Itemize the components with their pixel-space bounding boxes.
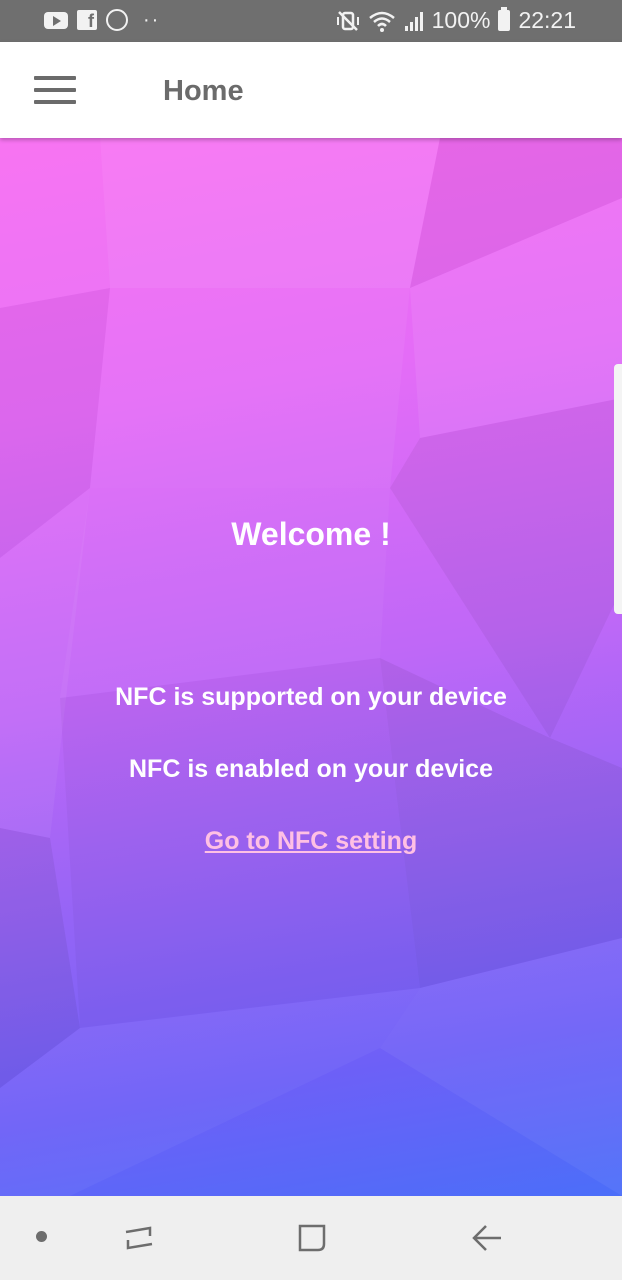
edge-panel-handle[interactable] (614, 364, 622, 614)
polygon-background (0, 138, 622, 1196)
whatsapp-icon (106, 9, 128, 31)
app-bar: Home (0, 42, 622, 138)
main-content: Welcome ! NFC is supported on your devic… (0, 138, 622, 1196)
clock: 22:21 (518, 7, 576, 33)
hamburger-menu-icon[interactable] (34, 76, 76, 106)
wifi-icon (368, 11, 395, 32)
recent-apps-icon[interactable] (122, 1222, 156, 1254)
nfc-setting-link[interactable]: Go to NFC setting (0, 827, 622, 856)
notification-icons: f ·· (44, 9, 160, 31)
nfc-supported-text: NFC is supported on your device (115, 683, 507, 711)
battery-percentage: 100% (431, 7, 491, 33)
youtube-icon (44, 11, 68, 29)
nav-hide-dot-icon[interactable] (36, 1231, 47, 1242)
status-bar: f ·· 100% 22:21 (0, 0, 622, 42)
welcome-heading: Welcome ! (231, 516, 391, 552)
nfc-enabled-text: NFC is enabled on your device (129, 755, 493, 783)
home-icon[interactable] (296, 1222, 330, 1254)
system-icons: 100% 22:21 (336, 7, 576, 34)
back-icon[interactable] (470, 1222, 504, 1254)
more-notifications-icon: ·· (143, 9, 161, 31)
navigation-bar (0, 1196, 622, 1280)
signal-icon (404, 11, 423, 31)
vibrate-mute-icon (336, 10, 359, 31)
page-title: Home (163, 75, 244, 107)
battery-icon (498, 7, 511, 31)
facebook-icon: f (77, 10, 97, 31)
